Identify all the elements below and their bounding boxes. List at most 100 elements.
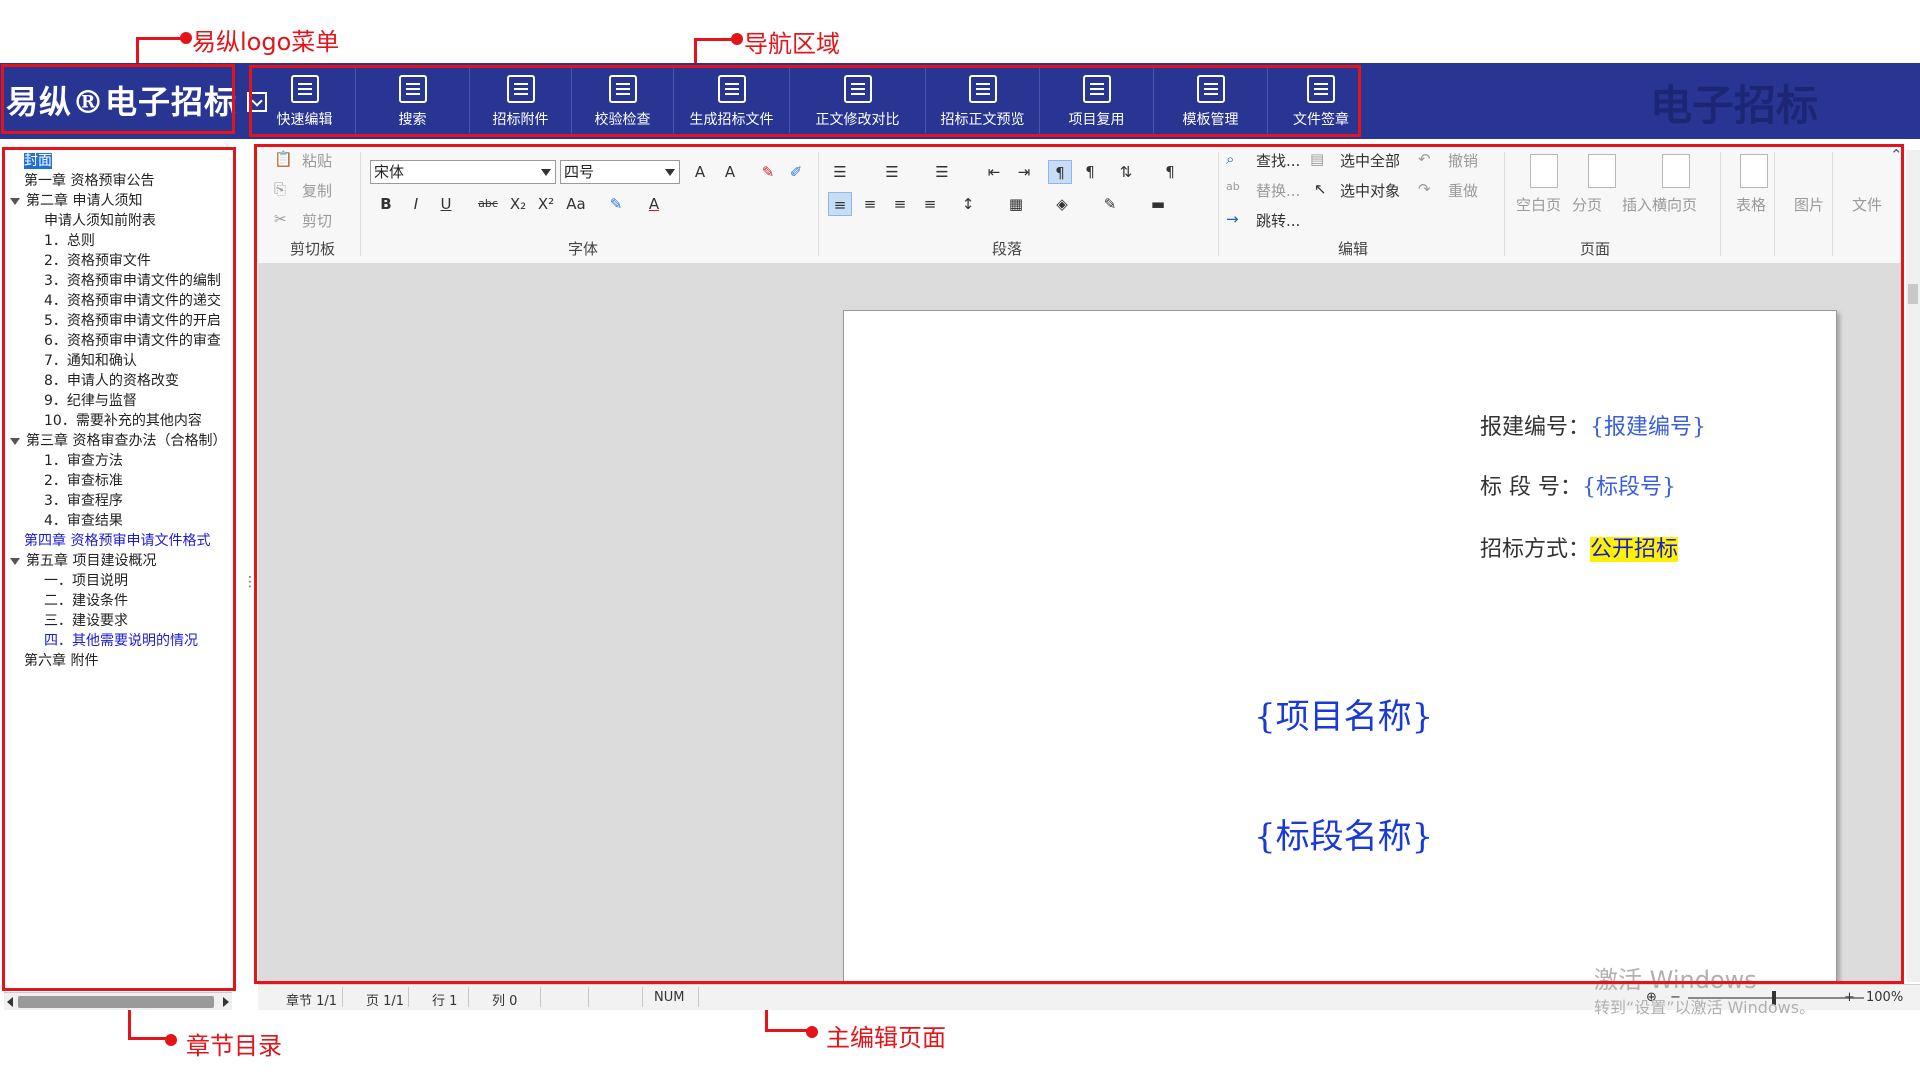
show-marks-icon[interactable]: ¶ [1158, 160, 1182, 184]
font-family-select[interactable]: 宋体 [370, 160, 556, 184]
toc-item[interactable]: 4．资格预审申请文件的递交 [44, 292, 221, 310]
toc-item[interactable]: 第五章 项目建设概况 [10, 552, 156, 570]
redo-button[interactable]: 重做 [1448, 180, 1478, 201]
zoom-in-icon[interactable]: + [1844, 990, 1855, 1005]
toc-item[interactable]: 二．建设条件 [44, 592, 128, 610]
expand-triangle-icon[interactable] [10, 558, 20, 565]
editor-vertical-scrollbar[interactable] [1906, 150, 1920, 982]
toc-item[interactable]: 6．资格预审申请文件的审查 [44, 332, 221, 350]
align-center-icon[interactable]: ≡ [858, 192, 882, 216]
toc-item[interactable]: 4．审查结果 [44, 512, 123, 530]
toc-horizontal-scrollbar[interactable] [4, 992, 232, 1010]
page-break-button[interactable]: 分页 [1572, 194, 1602, 215]
decrease-indent-icon[interactable]: ⇤ [982, 160, 1006, 184]
insert-landscape-button[interactable]: 插入横向页 [1622, 194, 1697, 215]
toc-item[interactable]: 3．资格预审申请文件的编制 [44, 272, 221, 290]
justify-icon[interactable]: ≡ [918, 192, 942, 216]
line-color-icon[interactable]: ✎ [1098, 192, 1122, 216]
underline-icon[interactable]: U [434, 192, 458, 216]
status-divider [588, 987, 589, 1007]
nav-reuse[interactable]: 项目复用 [1040, 68, 1154, 136]
ltr-icon[interactable]: ¶ [1048, 160, 1072, 184]
toc-item[interactable]: 第六章 附件 [24, 652, 98, 670]
numbered-list-icon[interactable]: ☰ [880, 160, 904, 184]
toc-item[interactable]: 2．资格预审文件 [44, 252, 151, 270]
bold-icon[interactable]: B [374, 192, 398, 216]
copy-button[interactable]: 复制 [302, 180, 332, 201]
align-right-icon[interactable]: ≡ [888, 192, 912, 216]
font-size-select[interactable]: 四号 [560, 160, 680, 184]
scroll-thumb[interactable] [1908, 284, 1918, 304]
nav-preview[interactable]: 招标正文预览 [926, 68, 1040, 136]
nav-quick-edit[interactable]: 快速编辑 [254, 68, 356, 136]
toc-item[interactable]: 封面 [24, 152, 52, 170]
shrink-font-icon[interactable]: A [718, 160, 742, 184]
toc-item[interactable]: 三．建设要求 [44, 612, 128, 630]
toc-item[interactable]: 四．其他需要说明的情况 [44, 632, 198, 650]
grow-font-icon[interactable]: A [688, 160, 712, 184]
superscript-icon[interactable]: X² [534, 192, 558, 216]
clear-format-icon[interactable]: ✎ [756, 160, 780, 184]
document-page[interactable]: 报建编号：{报建编号} 标 段 号：{标段号} 招标方式：公开招标 {项目名称}… [843, 310, 1837, 982]
undo-button[interactable]: 撤销 [1448, 150, 1478, 171]
strikethrough-icon[interactable]: abc [476, 192, 500, 216]
select-all-button[interactable]: 选中全部 [1340, 150, 1400, 171]
expand-triangle-icon[interactable] [10, 198, 20, 205]
toc-item[interactable]: 申请人须知前附表 [44, 212, 156, 230]
line-weight-icon[interactable]: ▬ [1146, 192, 1170, 216]
increase-indent-icon[interactable]: ⇥ [1012, 160, 1036, 184]
find-button[interactable]: 查找... [1256, 150, 1300, 171]
borders-icon[interactable]: ▦ [1004, 192, 1028, 216]
line-spacing-icon[interactable]: ↕ [956, 192, 980, 216]
image-button[interactable]: 图片 [1794, 194, 1824, 215]
nav-sign[interactable]: 文件签章 [1268, 68, 1374, 136]
toc-item[interactable]: 一．项目说明 [44, 572, 128, 590]
toc-item[interactable]: 第三章 资格审查办法（合格制） [10, 432, 226, 450]
nav-attachments[interactable]: 招标附件 [470, 68, 572, 136]
shading-icon[interactable]: ◈ [1050, 192, 1074, 216]
italic-icon[interactable]: I [404, 192, 428, 216]
splitter-handle[interactable]: ⋮ [243, 574, 257, 590]
toc-item[interactable]: 第二章 申请人须知 [10, 192, 142, 210]
blank-page-button[interactable]: 空白页 [1516, 194, 1561, 215]
brand-logo-menu[interactable]: 易纵®电子招标 [6, 78, 268, 122]
table-button[interactable]: 表格 [1736, 194, 1766, 215]
toc-item[interactable]: 5．资格预审申请文件的开启 [44, 312, 221, 330]
collapse-ribbon-icon[interactable]: ⌃ [1890, 146, 1903, 164]
multilevel-list-icon[interactable]: ☰ [930, 160, 954, 184]
nav-validation[interactable]: 校验检查 [572, 68, 674, 136]
toc-item[interactable]: 第一章 资格预审公告 [24, 172, 154, 190]
paste-button[interactable]: 粘贴 [302, 150, 332, 171]
font-color-icon[interactable]: A [642, 192, 666, 216]
align-left-icon[interactable]: ≡ [828, 192, 852, 216]
toc-item[interactable]: 9．纪律与监督 [44, 392, 137, 410]
rtl-icon[interactable]: ¶ [1078, 160, 1102, 184]
nav-template[interactable]: 模板管理 [1154, 68, 1268, 136]
replace-button[interactable]: 替换... [1256, 180, 1300, 201]
toc-item[interactable]: 第四章 资格预审申请文件格式 [24, 532, 210, 550]
toc-item[interactable]: 7．通知和确认 [44, 352, 137, 370]
bullet-list-icon[interactable]: ☰ [828, 160, 852, 184]
toc-item[interactable]: 1．审查方法 [44, 452, 123, 470]
cut-button[interactable]: 剪切 [302, 210, 332, 231]
arrow-right-icon[interactable] [223, 997, 229, 1007]
toc-item[interactable]: 8．申请人的资格改变 [44, 372, 179, 390]
select-object-button[interactable]: 选中对象 [1340, 180, 1400, 201]
toc-item[interactable]: 3．审查程序 [44, 492, 123, 510]
scroll-thumb[interactable] [18, 996, 214, 1008]
nav-search[interactable]: 搜索 [356, 68, 470, 136]
expand-triangle-icon[interactable] [10, 438, 20, 445]
file-button[interactable]: 文件 [1852, 194, 1882, 215]
subscript-icon[interactable]: X₂ [506, 192, 530, 216]
toc-item[interactable]: 1．总则 [44, 232, 95, 250]
toc-item[interactable]: 10．需要补充的其他内容 [44, 412, 202, 430]
change-case-icon[interactable]: Aa [564, 192, 588, 216]
highlight-icon[interactable]: ✎ [604, 192, 628, 216]
arrow-left-icon[interactable] [7, 997, 13, 1007]
sort-icon[interactable]: ⇅ [1114, 160, 1138, 184]
goto-button[interactable]: 跳转... [1256, 210, 1300, 231]
nav-generate-file[interactable]: 生成招标文件 [674, 68, 790, 136]
toc-item[interactable]: 2．审查标准 [44, 472, 123, 490]
format-painter-icon[interactable]: ✐ [784, 160, 808, 184]
nav-compare[interactable]: 正文修改对比 [790, 68, 926, 136]
